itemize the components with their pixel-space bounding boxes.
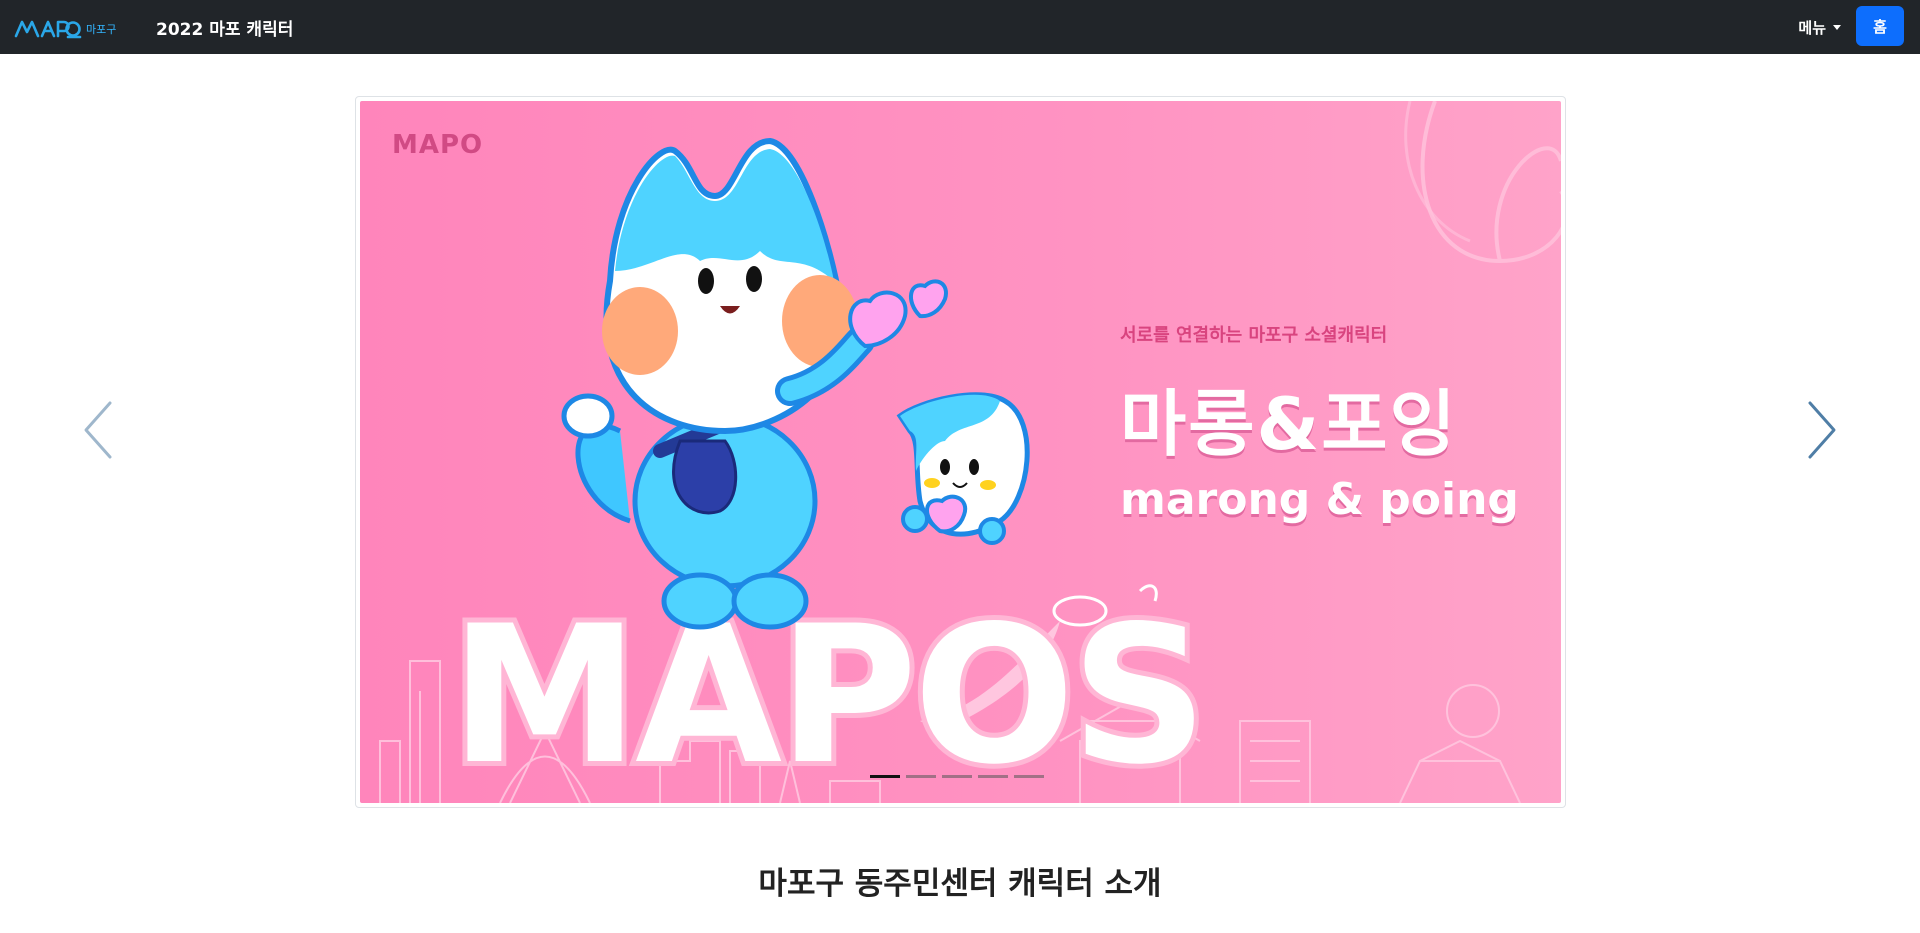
slide-title-english: marong & poing [1120,474,1519,525]
slide-tagline: 서로를 연결하는 마포구 소셜캐릭터 [1120,325,1388,346]
mapo-logo-icon [14,20,82,39]
chevron-left-icon [84,401,112,459]
slide-caption: 서로를 연결하는 마포구 소셜캐릭터 마롱&포잉 marong & poing [1120,321,1519,525]
site-title[interactable]: 2022 마포 캐릭터 [156,15,293,40]
mapo-logo[interactable]: 마포구 [14,14,116,40]
carousel-slide[interactable]: MAPO MAPOS 서로를 연결하는 마포구 소셜캐릭터 마롱&포잉 maro… [360,101,1561,803]
top-navbar: 마포구 2022 마포 캐릭터 메뉴 홈 [0,0,1920,54]
carousel-prev-button[interactable] [74,395,124,465]
menu-dropdown-toggle[interactable]: 메뉴 [1798,17,1841,38]
home-button[interactable]: 홈 [1856,6,1904,46]
mapos-big-text: MAPOS [450,585,1204,803]
section-title: 마포구 동주민센터 캐릭터 소개 [758,866,1162,902]
menu-label: 메뉴 [1798,19,1826,37]
carousel-indicator-2[interactable] [906,775,936,778]
carousel-indicator-3[interactable] [942,775,972,778]
chevron-right-icon [1808,401,1836,459]
carousel: MAPO MAPOS 서로를 연결하는 마포구 소셜캐릭터 마롱&포잉 maro… [355,96,1566,808]
logo-subtitle: 마포구 [86,23,117,36]
carousel-indicator-5[interactable] [1014,775,1044,778]
carousel-indicator-4[interactable] [978,775,1008,778]
slide-logo: MAPO [392,130,483,160]
slide-title-korean: 마롱&포잉 [1120,382,1458,466]
carousel-indicators [870,775,1050,778]
caret-down-icon [1833,25,1841,30]
carousel-indicator-1[interactable] [870,775,900,778]
carousel-next-button[interactable] [1796,395,1846,465]
